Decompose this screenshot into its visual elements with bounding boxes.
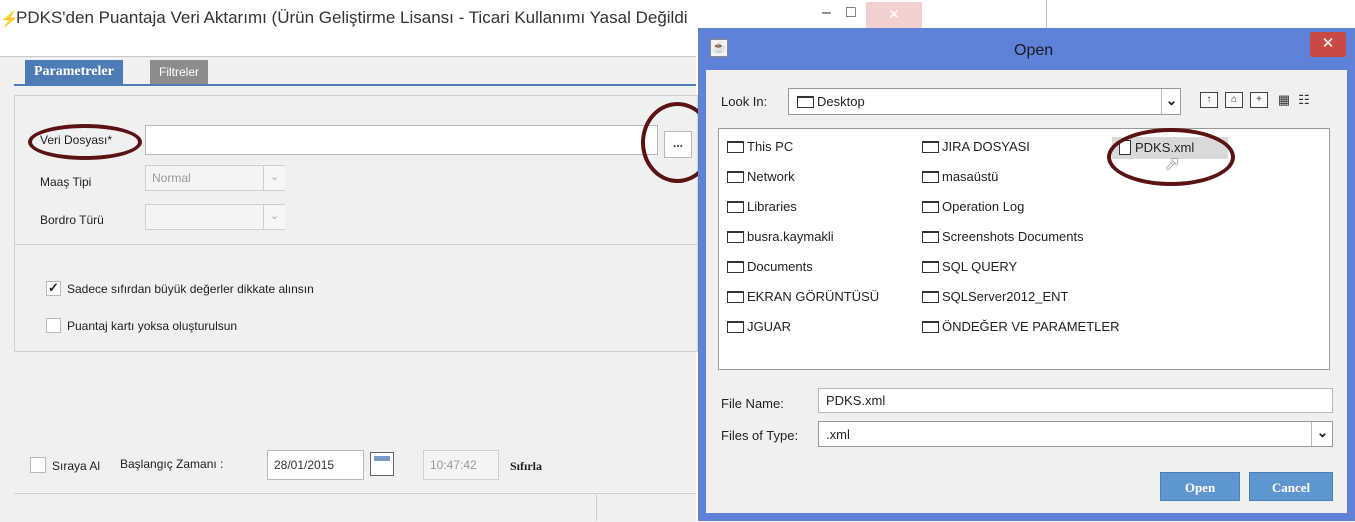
folder-name: Operation Log [942, 199, 1025, 214]
payroll-type-label: Bordro Türü [40, 213, 104, 227]
only-positive-label: Sadece sıfırdan büyük değerler dikkate a… [67, 282, 314, 296]
folder-item[interactable]: EKRAN GÖRÜNTÜSÜ [727, 289, 879, 304]
chevron-down-icon[interactable]: ⌄ [1161, 89, 1181, 114]
tab-underline [14, 84, 696, 86]
queue-label: Sıraya Al [52, 459, 101, 473]
new-folder-icon[interactable]: + [1250, 92, 1268, 108]
app-logo-icon: ⚡ [0, 11, 19, 28]
file-name-input[interactable]: PDKS.xml [818, 388, 1333, 413]
salary-type-label: Maaş Tipi [40, 175, 92, 189]
folder-name: Network [747, 169, 795, 184]
divider [14, 493, 696, 494]
folder-icon [727, 201, 744, 213]
start-time-input: 10:47:42 [423, 450, 499, 480]
folder-item[interactable]: masaüstü [922, 169, 998, 184]
folder-item[interactable]: Operation Log [922, 199, 1024, 214]
calendar-icon[interactable] [370, 452, 394, 476]
close-window-button[interactable]: ✕ [866, 2, 922, 28]
chevron-down-icon[interactable]: ⌄ [263, 205, 285, 229]
data-file-input[interactable] [145, 125, 658, 155]
file-type-value: .xml [826, 427, 850, 442]
folder-name: SQLServer2012_ENT [942, 289, 1069, 304]
tab-parameters[interactable]: Parametreler [25, 60, 123, 84]
folder-item[interactable]: Libraries [727, 199, 797, 214]
folder-icon [922, 321, 939, 333]
file-name-label: File Name: [721, 396, 784, 411]
only-positive-checkbox[interactable]: ✓ [46, 281, 61, 296]
file-type-select[interactable]: .xml ⌄ [818, 421, 1333, 447]
folder-icon [727, 291, 744, 303]
list-view-icon[interactable]: ▦ [1275, 92, 1293, 108]
options-group [14, 244, 698, 352]
look-in-label: Look In: [721, 94, 768, 109]
create-card-label: Puantaj kartı yoksa oluşturulsun [67, 319, 238, 333]
folder-item[interactable]: Network [727, 169, 795, 184]
folder-name: SQL QUERY [942, 259, 1018, 274]
folder-item[interactable]: This PC [727, 139, 793, 154]
create-card-checkbox[interactable] [46, 318, 61, 333]
folder-icon [797, 96, 814, 108]
folder-name: ÖNDEĞER VE PARAMETLER [942, 319, 1120, 334]
file-type-label: Files of Type: [721, 428, 799, 443]
chevron-down-icon[interactable]: ⌄ [263, 166, 285, 190]
java-icon: ☕ [710, 39, 728, 57]
folder-item[interactable]: SQL QUERY [922, 259, 1017, 274]
folder-item[interactable]: busra.kaymakli [727, 229, 834, 244]
dialog-title: Open [1014, 42, 1054, 59]
folder-icon [727, 171, 744, 183]
folder-icon [922, 141, 939, 153]
parameters-group [14, 95, 698, 245]
folder-item[interactable]: JGUAR [727, 319, 791, 334]
queue-checkbox[interactable] [30, 457, 46, 473]
tab-filters[interactable]: Filtreler [150, 60, 209, 84]
start-time-label: Başlangıç Zamanı : [120, 457, 224, 471]
home-icon[interactable]: ⌂ [1225, 92, 1243, 108]
look-in-combo[interactable]: Desktop ⌄ [788, 88, 1181, 115]
folder-name: busra.kaymakli [747, 229, 834, 244]
start-date-input[interactable]: 28/01/2015 [267, 450, 364, 480]
folder-item[interactable]: Documents [727, 259, 813, 274]
folder-name: Libraries [747, 199, 797, 214]
look-in-value: Desktop [797, 94, 865, 109]
details-view-icon[interactable]: ☷ [1295, 92, 1313, 108]
folder-item[interactable]: JIRA DOSYASI [922, 139, 1030, 154]
folder-icon [727, 231, 744, 243]
open-button[interactable]: Open [1160, 472, 1240, 501]
cancel-button[interactable]: Cancel [1249, 472, 1333, 501]
folder-name: EKRAN GÖRÜNTÜSÜ [747, 289, 880, 304]
up-folder-icon[interactable]: ↑ [1200, 92, 1218, 108]
reset-link[interactable]: Sıfırla [510, 459, 542, 474]
folder-item[interactable]: Screenshots Documents [922, 229, 1084, 244]
folder-name: JGUAR [747, 319, 792, 334]
minimize-button[interactable]: – [822, 4, 831, 22]
folder-icon [922, 291, 939, 303]
folder-name: Documents [747, 259, 813, 274]
folder-icon [727, 321, 744, 333]
annotation-circle [1107, 128, 1235, 186]
maximize-button[interactable]: □ [846, 4, 856, 22]
folder-icon [922, 171, 939, 183]
divider [596, 493, 597, 521]
folder-icon [922, 261, 939, 273]
dialog-close-button[interactable]: ✕ [1310, 32, 1346, 57]
annotation-circle [28, 124, 142, 160]
folder-name: JIRA DOSYASI [942, 139, 1030, 154]
window-title: PDKS'den Puantaja Veri Aktarımı (Ürün Ge… [16, 8, 688, 27]
folder-name: masaüstü [942, 169, 999, 184]
folder-icon [922, 201, 939, 213]
folder-item[interactable]: SQLServer2012_ENT [922, 289, 1068, 304]
folder-icon [727, 141, 744, 153]
folder-icon [727, 261, 744, 273]
folder-icon [922, 231, 939, 243]
folder-item[interactable]: ÖNDEĞER VE PARAMETLER [922, 319, 1119, 334]
chevron-down-icon[interactable]: ⌄ [1311, 422, 1333, 446]
folder-name: Screenshots Documents [942, 229, 1084, 244]
salary-type-value: Normal [152, 171, 191, 185]
folder-name: This PC [747, 139, 794, 154]
